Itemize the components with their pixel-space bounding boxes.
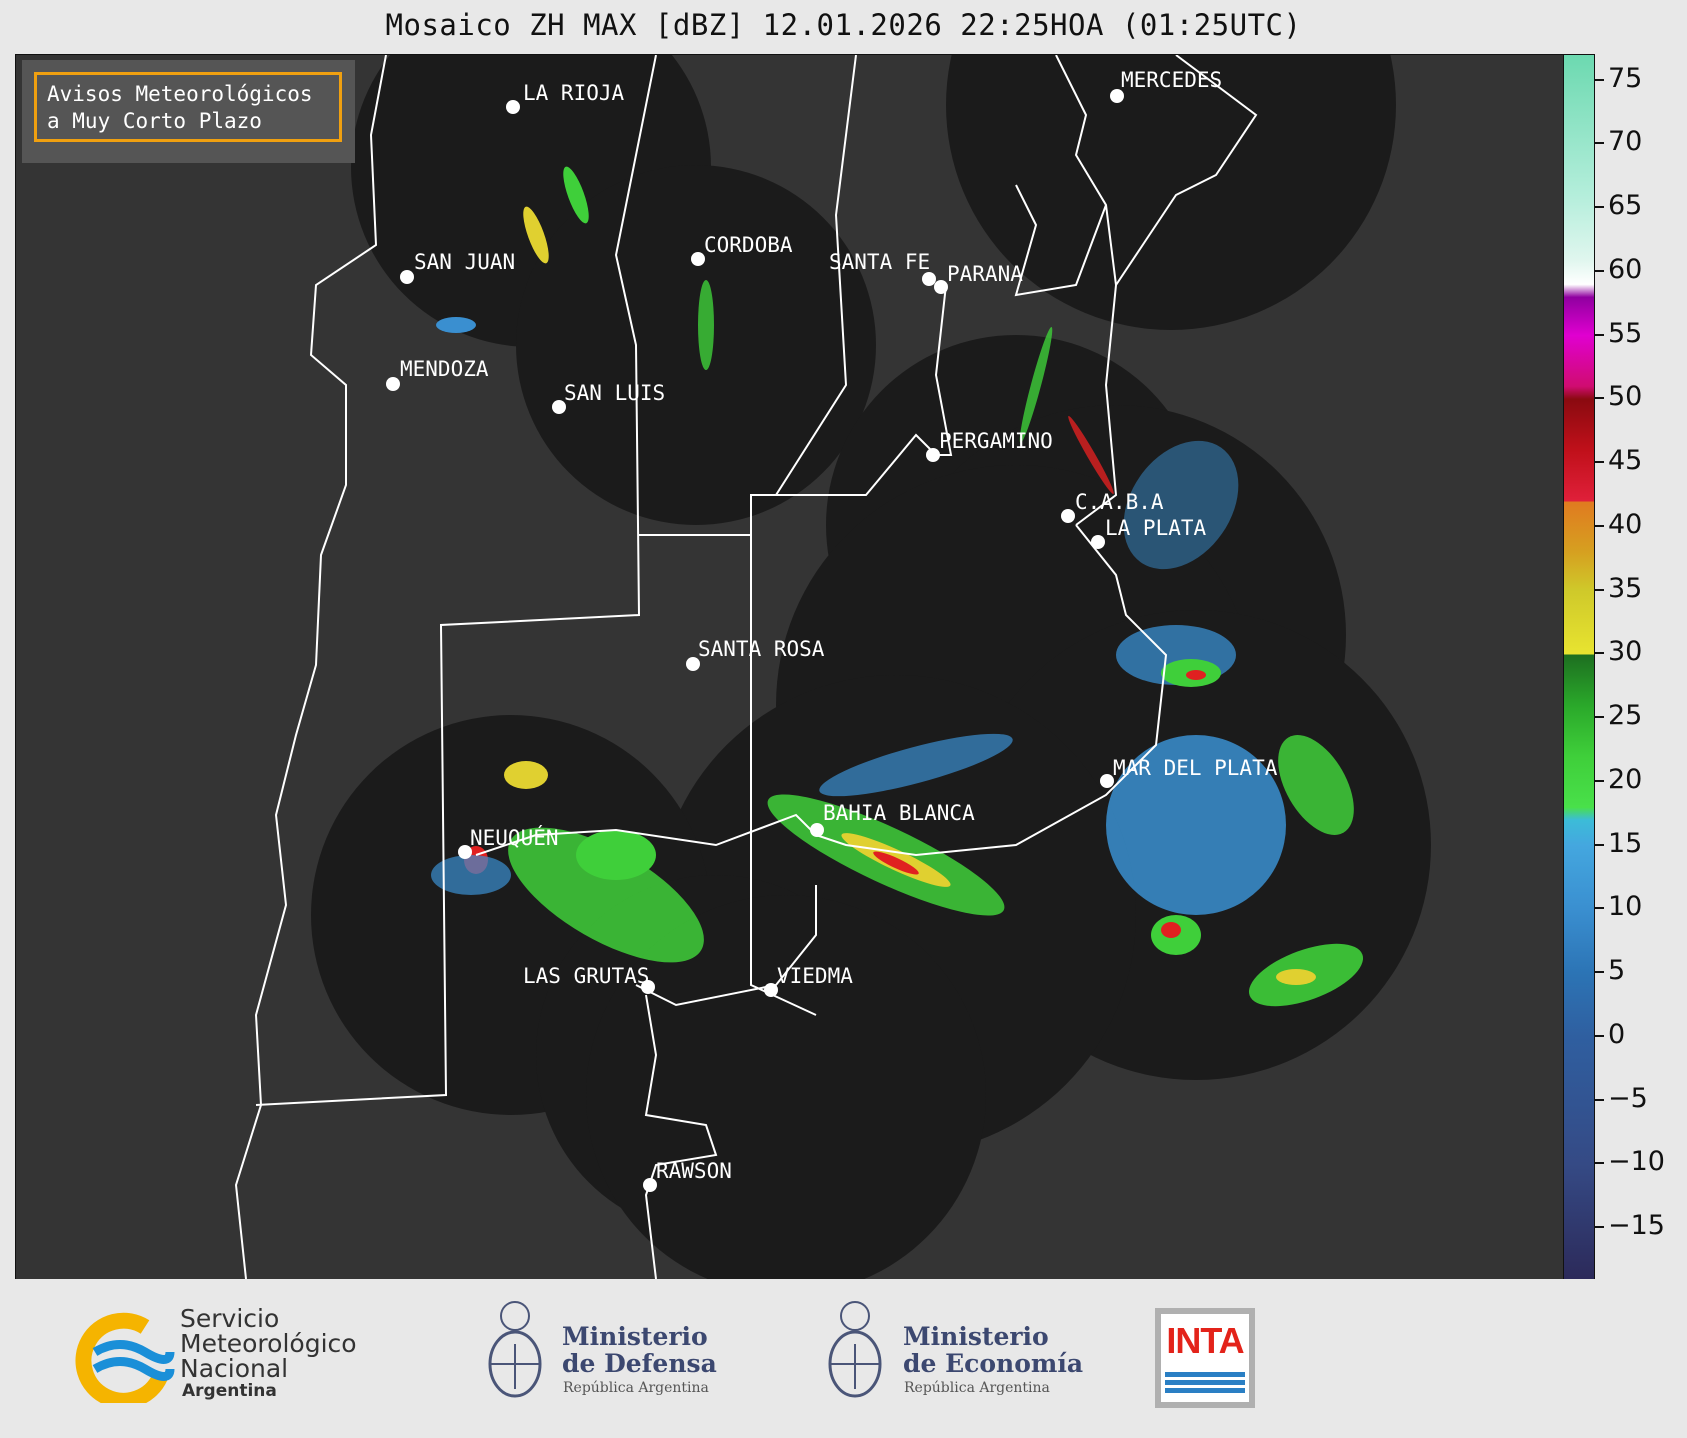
- city-label-mendoza: MENDOZA: [400, 357, 489, 381]
- colorbar-tick: [1594, 461, 1604, 463]
- radar-circle-mercedes: [946, 55, 1396, 330]
- dbz-colorbar: [1563, 54, 1595, 1280]
- colorbar-tick: [1594, 142, 1604, 145]
- city-marker: [934, 280, 948, 294]
- city-label-neuquen: NEUQUÉN: [470, 825, 559, 850]
- city-label-cordoba: CORDOBA: [704, 233, 793, 257]
- colorbar-tick: [1594, 907, 1604, 910]
- city-label-santa-fe: SANTA FE: [829, 250, 930, 274]
- smn-name: Servicio Meteorológico Nacional: [180, 1306, 357, 1381]
- colorbar-tick: [1594, 652, 1604, 655]
- city-label-mar-del-plata: MAR DEL PLATA: [1113, 756, 1278, 780]
- colorbar-tick-label: 75: [1608, 62, 1643, 94]
- city-marker: [506, 100, 520, 114]
- defensa-title: Ministerio de Defensa: [562, 1323, 717, 1377]
- avisos-link-box[interactable]: Avisos Meteorológicos a Muy Corto Plazo: [22, 60, 355, 163]
- colorbar-tick-label: 60: [1608, 253, 1643, 285]
- colorbar-tick-label: −5: [1608, 1082, 1648, 1114]
- economia-sub: República Argentina: [904, 1380, 1050, 1396]
- city-marker: [1061, 509, 1075, 523]
- colorbar-tick: [1594, 1034, 1604, 1037]
- economia-line2: de Economía: [903, 1349, 1084, 1378]
- radar-map[interactable]: LA RIOJA MERCEDES SAN JUAN CORDOBA SANTA…: [15, 54, 1565, 1280]
- smn-line1: Servicio: [180, 1304, 280, 1333]
- city-label-san-juan: SAN JUAN: [414, 250, 515, 274]
- city-label-rawson: RAWSON: [656, 1159, 732, 1183]
- city-marker: [922, 272, 936, 286]
- city-marker: [810, 823, 824, 837]
- economia-title: Ministerio de Economía: [903, 1323, 1083, 1377]
- colorbar-tick-label: 40: [1608, 508, 1643, 540]
- colorbar-tick: [1594, 1226, 1604, 1228]
- colorbar-tick-label: 65: [1608, 190, 1643, 221]
- city-marker: [643, 1178, 657, 1192]
- city-label-caba: C.A.B.A: [1075, 490, 1164, 514]
- colorbar-tick: [1594, 397, 1604, 400]
- city-label-santa-rosa: SANTA ROSA: [698, 637, 825, 661]
- defensa-sub: República Argentina: [563, 1380, 709, 1396]
- colorbar-tick-label: 55: [1608, 317, 1643, 349]
- city-label-parana: PARANA: [947, 262, 1023, 286]
- city-marker: [386, 377, 400, 391]
- defensa-line2: de Defensa: [562, 1349, 717, 1378]
- city-label-pergamino: PERGAMINO: [939, 429, 1053, 453]
- colorbar-tick-label: 15: [1608, 827, 1643, 859]
- economia-line1: Ministerio: [903, 1322, 1049, 1351]
- avisos-line1: Avisos Meteorológicos: [47, 82, 313, 106]
- avisos-line2: a Muy Corto Plazo: [47, 109, 262, 133]
- defensa-line1: Ministerio: [562, 1322, 708, 1351]
- colorbar-tick: [1594, 716, 1604, 718]
- colorbar-tick: [1594, 333, 1604, 336]
- colorbar-tick-label: 35: [1608, 572, 1643, 604]
- city-label-las-grutas: LAS GRUTAS: [523, 964, 649, 988]
- colorbar-tick-label: −15: [1608, 1210, 1665, 1241]
- colorbar-tick-label: 45: [1608, 445, 1643, 476]
- colorbar-tick-label: 20: [1608, 763, 1643, 795]
- smn-line3: Nacional: [180, 1354, 289, 1383]
- colorbar-tick: [1594, 524, 1604, 527]
- city-label-viedma: VIEDMA: [777, 964, 853, 988]
- colorbar-tick-label: −10: [1608, 1146, 1665, 1178]
- inta-logo: INTA: [1155, 1308, 1255, 1408]
- colorbar-tick: [1594, 843, 1604, 846]
- city-marker: [1100, 774, 1114, 788]
- colorbar-tick-label: 25: [1608, 700, 1643, 731]
- avisos-label[interactable]: Avisos Meteorológicos a Muy Corto Plazo: [34, 72, 342, 142]
- colorbar-tick-label: 10: [1608, 891, 1643, 923]
- city-label-mercedes: MERCEDES: [1121, 68, 1222, 92]
- colorbar-tick-label: 70: [1608, 126, 1643, 158]
- colorbar-tick: [1594, 206, 1604, 208]
- colorbar-tick: [1594, 1098, 1604, 1101]
- city-marker: [926, 448, 940, 462]
- inta-text: INTA: [1166, 1320, 1244, 1361]
- colorbar-tick: [1594, 971, 1604, 973]
- colorbar-tick-label: 50: [1608, 381, 1643, 413]
- colorbar-tick-label: 30: [1608, 636, 1643, 668]
- city-marker: [764, 983, 778, 997]
- smn-line2: Meteorológico: [180, 1329, 357, 1358]
- city-marker: [1091, 535, 1105, 549]
- colorbar-tick-label: 5: [1608, 955, 1626, 986]
- escudo-economia-icon: [828, 1301, 882, 1398]
- city-label-la-plata: LA PLATA: [1105, 516, 1207, 540]
- city-label-bahia-blanca: BAHIA BLANCA: [823, 801, 975, 825]
- city-marker: [400, 270, 414, 284]
- city-marker: [691, 252, 705, 266]
- city-label-la-rioja: LA RIOJA: [523, 81, 625, 105]
- radar-circle-cordoba: [516, 165, 876, 525]
- colorbar-tick: [1594, 78, 1604, 81]
- colorbar-tick: [1594, 1162, 1604, 1165]
- radar-coverage: [311, 55, 1431, 1279]
- colorbar-tick-label: 0: [1608, 1018, 1626, 1050]
- colorbar-tick: [1594, 588, 1604, 591]
- footer-logos: Servicio Meteorológico Nacional Argentin…: [0, 1279, 1687, 1438]
- colorbar-tick: [1594, 269, 1604, 272]
- colorbar-tick: [1594, 779, 1604, 782]
- map-canvas: LA RIOJA MERCEDES SAN JUAN CORDOBA SANTA…: [234, 55, 1431, 1279]
- smn-logo-icon: [75, 1312, 175, 1403]
- escudo-defensa-icon: [488, 1301, 542, 1398]
- smn-country: Argentina: [182, 1381, 277, 1401]
- map-title: Mosaico ZH MAX [dBZ] 12.01.2026 22:25HOA…: [385, 8, 1302, 42]
- city-label-san-luis: SAN LUIS: [564, 381, 665, 405]
